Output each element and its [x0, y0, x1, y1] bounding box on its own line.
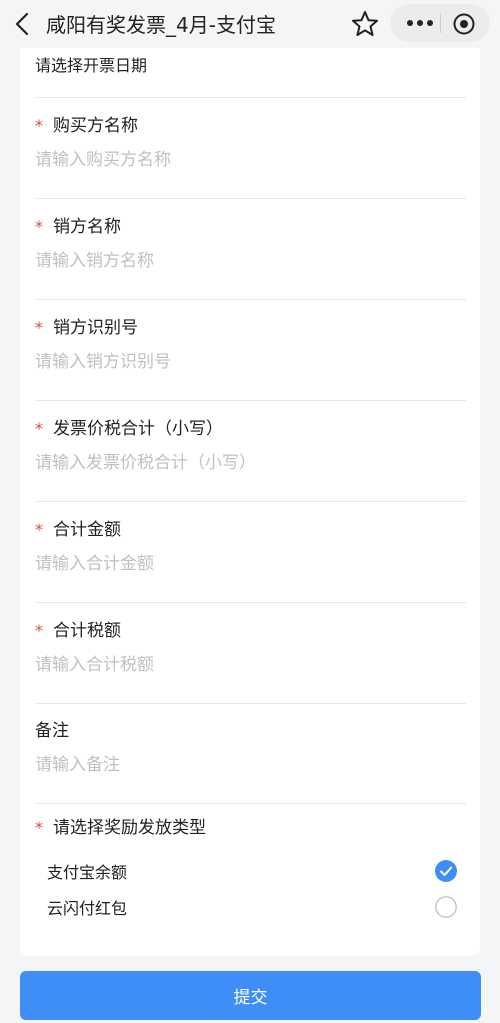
page-title: 咸阳有奖发票_4月-支付宝	[46, 13, 276, 37]
divider	[35, 602, 466, 603]
required-mark: *	[35, 217, 43, 236]
remark-input[interactable]: 请输入备注	[35, 753, 466, 777]
mini-program-capsule	[390, 4, 490, 42]
required-mark: *	[35, 419, 43, 438]
checked-radio-icon[interactable]	[435, 860, 457, 882]
option-label: 支付宝余额	[47, 863, 128, 882]
seller-name-field: * 销方名称 请输入销方名称	[35, 215, 466, 273]
favorite-star-icon[interactable]	[348, 7, 382, 41]
divider	[35, 400, 466, 401]
more-options-icon[interactable]	[402, 10, 438, 36]
field-label: 备注	[35, 721, 69, 741]
field-label: 销方识别号	[53, 318, 138, 338]
field-label: 销方名称	[53, 217, 121, 237]
field-label: 发票价税合计（小写）	[53, 419, 223, 439]
buyer-name-input[interactable]: 请输入购买方名称	[35, 148, 466, 172]
option-label: 云闪付红包	[47, 899, 128, 918]
reward-option-unionpay-redpacket[interactable]: 云闪付红包	[47, 892, 457, 922]
reward-type-label: 请选择奖励发放类型	[53, 818, 206, 838]
field-label: 购买方名称	[53, 116, 138, 136]
top-bar: 咸阳有奖发票_4月-支付宝	[0, 0, 500, 48]
submit-button[interactable]: 提交	[20, 971, 481, 1020]
required-mark: *	[35, 621, 43, 640]
field-label: 合计税额	[53, 621, 121, 641]
divider	[35, 97, 466, 98]
total-tax-input[interactable]: 请输入合计税额	[35, 653, 466, 677]
buyer-name-field: * 购买方名称 请输入购买方名称	[35, 114, 466, 172]
required-mark: *	[35, 116, 43, 135]
divider	[35, 803, 466, 804]
reward-option-alipay-balance[interactable]: 支付宝余额	[47, 856, 457, 886]
invoice-total-input[interactable]: 请输入发票价税合计（小写）	[35, 451, 466, 475]
invoice-total-field: * 发票价税合计（小写） 请输入发票价税合计（小写）	[35, 417, 466, 475]
capsule-divider	[440, 13, 441, 33]
field-label: 合计金额	[53, 520, 121, 540]
invoice-date-picker[interactable]: 请选择开票日期	[35, 52, 147, 76]
total-amount-input[interactable]: 请输入合计金额	[35, 552, 466, 576]
close-target-icon[interactable]	[452, 12, 476, 36]
divider	[35, 501, 466, 502]
required-mark: *	[35, 318, 43, 337]
required-mark: *	[35, 520, 43, 539]
form-card: 请选择开票日期 * 购买方名称 请输入购买方名称 * 销方名称 请输入销方名称 * 销…	[20, 48, 480, 956]
required-mark: *	[35, 818, 43, 837]
reward-type-title: * 请选择奖励发放类型	[35, 816, 206, 840]
divider	[35, 299, 466, 300]
seller-tax-id-field: * 销方识别号 请输入销方识别号	[35, 316, 466, 374]
divider	[35, 703, 466, 704]
seller-tax-id-input[interactable]: 请输入销方识别号	[35, 350, 466, 374]
divider	[35, 198, 466, 199]
seller-name-input[interactable]: 请输入销方名称	[35, 249, 466, 273]
back-arrow-icon[interactable]	[12, 10, 36, 38]
total-amount-field: * 合计金额 请输入合计金额	[35, 518, 466, 576]
unchecked-radio-icon[interactable]	[435, 896, 457, 918]
total-tax-field: * 合计税额 请输入合计税额	[35, 619, 466, 677]
remark-field: 备注 请输入备注	[35, 719, 466, 777]
